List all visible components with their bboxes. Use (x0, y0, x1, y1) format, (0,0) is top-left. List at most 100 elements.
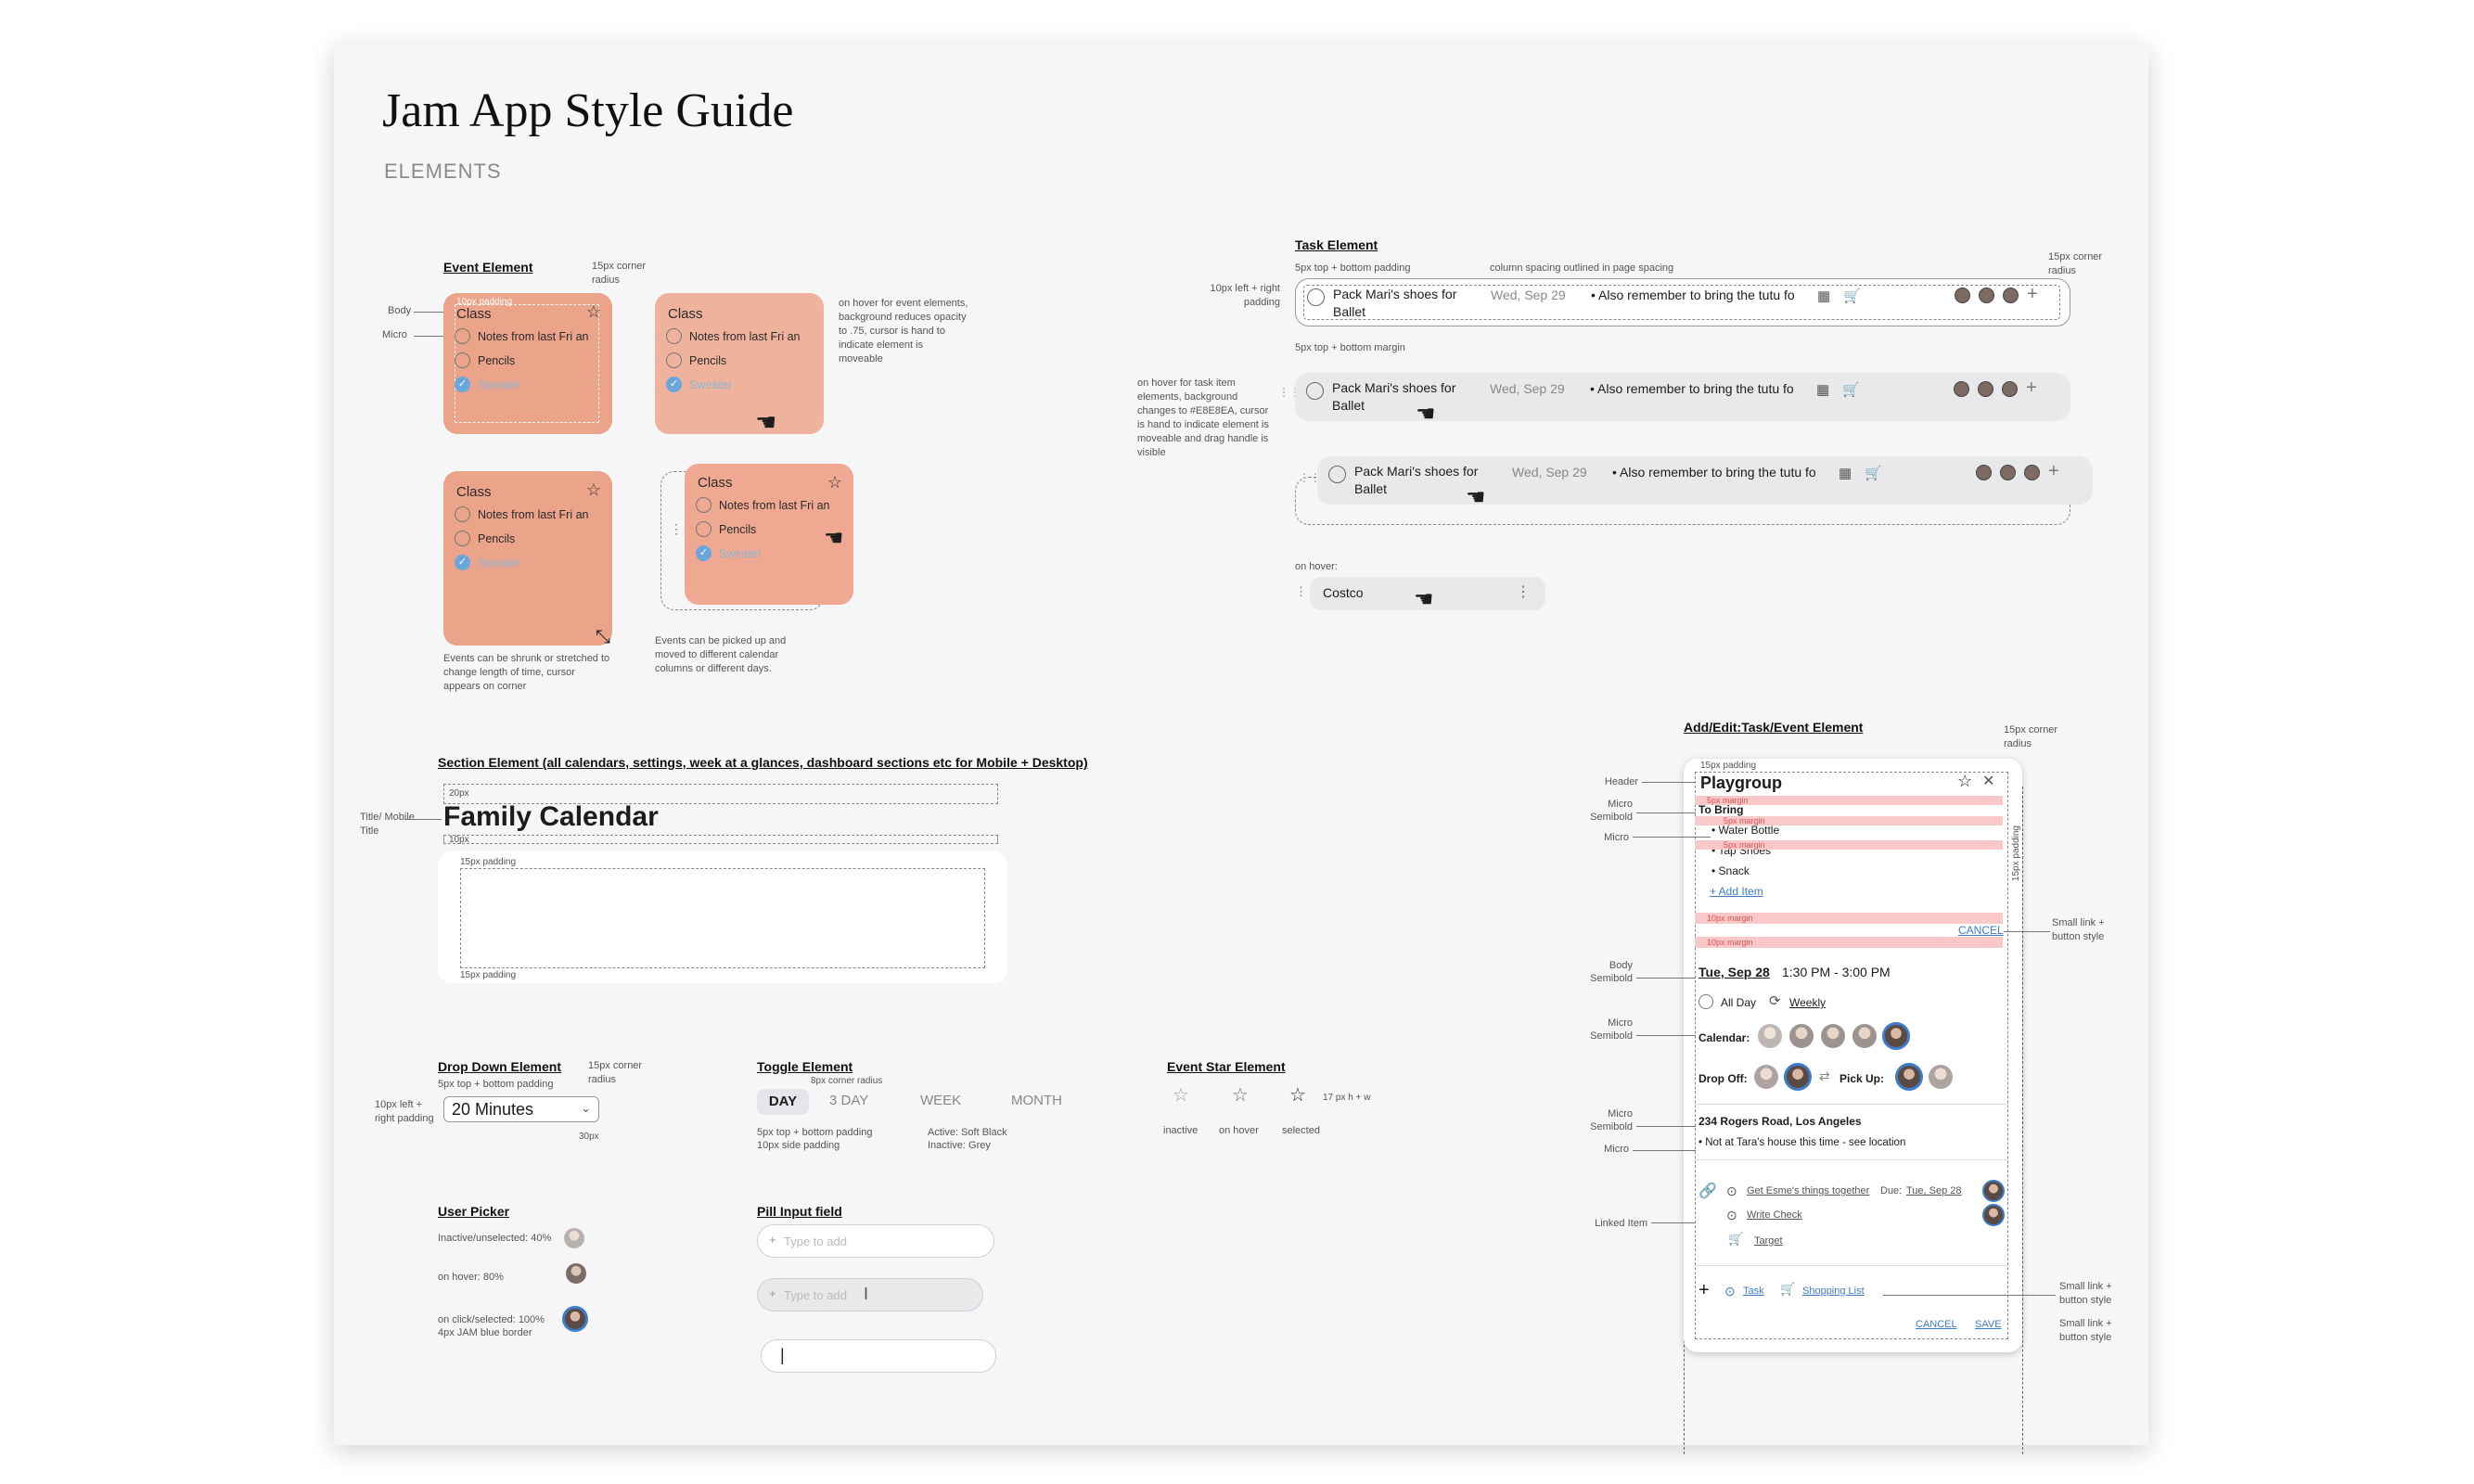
checkbox-icon[interactable] (455, 531, 470, 546)
task-row-default[interactable]: Pack Mari's shoes for Ballet Wed, Sep 29… (1295, 278, 2070, 326)
star-icon[interactable]: ☆ (1173, 1083, 1189, 1107)
checkbox-icon[interactable] (666, 352, 682, 368)
avatar[interactable] (1929, 1065, 1953, 1089)
add-icon[interactable]: + (2026, 377, 2037, 399)
calendar-icon[interactable]: ▦ (1817, 288, 1830, 304)
add-icon[interactable]: + (1698, 1280, 1710, 1301)
pill-input-hover[interactable]: + Type to add I (757, 1278, 983, 1311)
task-link[interactable]: Task (1743, 1286, 1764, 1297)
checkbox-icon[interactable] (1306, 382, 1324, 400)
avatar[interactable] (1821, 1024, 1845, 1048)
shopping-list-link[interactable]: Shopping List (1802, 1286, 1865, 1297)
add-icon[interactable]: + (2027, 284, 2038, 305)
list-item[interactable]: ✓ Sweater (696, 545, 762, 561)
check-icon[interactable]: ✓ (696, 545, 711, 561)
linked-task-link[interactable]: Get Esme's things together (1747, 1185, 1869, 1196)
avatar[interactable] (1954, 381, 1969, 397)
star-icon[interactable]: ☆ (1232, 1083, 1249, 1107)
cart-icon[interactable]: 🛒 (1842, 381, 1860, 398)
check-circle-icon[interactable]: ⊙ (1726, 1208, 1737, 1223)
avatar[interactable] (1754, 1065, 1778, 1089)
linked-task-link[interactable]: Write Check (1747, 1209, 1802, 1221)
save-button[interactable]: SAVE (1975, 1319, 2002, 1330)
checkbox-icon[interactable] (696, 497, 711, 513)
list-item[interactable]: • Water Bottle (1711, 824, 1779, 837)
cart-icon[interactable]: 🛒 (1728, 1232, 1743, 1247)
avatar[interactable] (1852, 1024, 1877, 1048)
avatar[interactable] (1895, 1063, 1923, 1091)
more-icon[interactable]: ⋮ (1516, 582, 1531, 601)
check-icon[interactable]: ✓ (666, 377, 682, 392)
cancel-link[interactable]: CANCEL (1958, 924, 2004, 937)
checkbox-icon[interactable] (666, 328, 682, 344)
chevron-down-icon[interactable]: ⌄ (581, 1101, 591, 1116)
avatar[interactable] (2000, 465, 2016, 480)
dropdown-select[interactable]: 20 Minutes ⌄ (443, 1096, 599, 1122)
avatar[interactable] (566, 1263, 586, 1284)
avatar[interactable] (1976, 465, 1992, 480)
resize-cursor-icon[interactable]: ⤡ (596, 627, 610, 648)
avatar[interactable] (2002, 381, 2018, 397)
checkbox-icon[interactable] (455, 328, 470, 344)
list-item[interactable]: Pencils (696, 521, 756, 537)
checkbox-icon[interactable] (455, 352, 470, 368)
link-icon[interactable]: 🔗 (1698, 1182, 1717, 1200)
avatar[interactable] (1979, 288, 1994, 303)
swap-icon[interactable]: ⇄ (1819, 1068, 1830, 1084)
avatar[interactable] (2003, 288, 2019, 303)
avatar[interactable] (1882, 1022, 1910, 1050)
star-icon[interactable]: ☆ (586, 302, 601, 322)
cancel-button[interactable]: CANCEL (1916, 1319, 1957, 1330)
avatar[interactable] (1784, 1063, 1812, 1091)
toggle-day[interactable]: DAY (757, 1089, 809, 1115)
check-circle-icon[interactable]: ⊙ (1726, 1183, 1737, 1199)
list-item[interactable]: ✓ Sweater (666, 377, 732, 392)
list-item[interactable]: Notes from last Fri an (455, 506, 588, 522)
repeat-value[interactable]: Weekly (1789, 996, 1826, 1009)
cart-icon[interactable]: 🛒 (1843, 288, 1861, 304)
toggle-month[interactable]: MONTH (1011, 1093, 1062, 1108)
list-item[interactable]: Notes from last Fri an (455, 328, 588, 344)
calendar-icon[interactable]: ▦ (1816, 381, 1829, 398)
linked-list-link[interactable]: Target (1754, 1235, 1783, 1247)
list-item[interactable]: ✓ Sweater (455, 555, 520, 570)
list-item[interactable]: ✓ Sweater (455, 377, 520, 392)
star-icon[interactable]: ☆ (1957, 772, 1972, 791)
task-row-drag[interactable]: Pack Mari's shoes for Ballet Wed, Sep 29… (1317, 456, 2093, 510)
cart-icon[interactable]: 🛒 (1865, 465, 1882, 481)
event-date[interactable]: Tue, Sep 28 (1698, 965, 1770, 979)
toggle-week[interactable]: WEEK (920, 1093, 961, 1108)
add-icon[interactable]: + (2048, 461, 2059, 482)
calendar-icon[interactable]: ▦ (1839, 465, 1852, 481)
task-row-hover[interactable]: Pack Mari's shoes for Ballet Wed, Sep 29… (1295, 373, 2070, 427)
checkbox-icon[interactable] (1307, 288, 1325, 306)
event-card-hover[interactable]: Class Notes from last Fri an Pencils ✓ Sw… (655, 293, 824, 436)
event-time[interactable]: 1:30 PM - 3:00 PM (1782, 965, 1891, 979)
avatar[interactable] (564, 1228, 584, 1248)
list-item[interactable]: Notes from last Fri an (666, 328, 800, 344)
list-item[interactable]: Pencils (455, 531, 515, 546)
list-item[interactable]: Notes from last Fri an (696, 497, 829, 513)
repeat-icon[interactable]: ⟳ (1769, 992, 1781, 1009)
avatar[interactable] (2024, 465, 2040, 480)
avatar[interactable] (1955, 288, 1970, 303)
checkbox-icon[interactable] (455, 506, 470, 522)
list-item[interactable]: Pencils (455, 352, 515, 368)
checkbox-icon[interactable] (1698, 994, 1713, 1009)
toggle-3day[interactable]: 3 DAY (829, 1093, 868, 1108)
event-card-default[interactable]: 10px padding Class ☆ Notes from last Fri… (443, 293, 612, 434)
due-date-link[interactable]: Tue, Sep 28 (1906, 1185, 1962, 1196)
close-icon[interactable]: ✕ (1982, 772, 1994, 790)
pill-input[interactable]: + Type to add (757, 1224, 994, 1258)
check-icon[interactable]: ✓ (455, 377, 470, 392)
event-card-drag[interactable]: Class ☆ Notes from last Fri an Pencils ✓… (685, 464, 853, 605)
address[interactable]: 234 Rogers Road, Los Angeles (1698, 1115, 1862, 1128)
checkbox-icon[interactable] (696, 521, 711, 537)
check-circle-icon[interactable]: ⊙ (1724, 1284, 1736, 1299)
list-item[interactable]: Pencils (666, 352, 726, 368)
avatar[interactable] (562, 1306, 588, 1332)
cart-icon[interactable]: 🛒 (1780, 1282, 1795, 1297)
avatar[interactable] (1982, 1180, 2005, 1202)
avatar[interactable] (1982, 1204, 2005, 1226)
pill-input-active[interactable]: | (761, 1339, 996, 1373)
